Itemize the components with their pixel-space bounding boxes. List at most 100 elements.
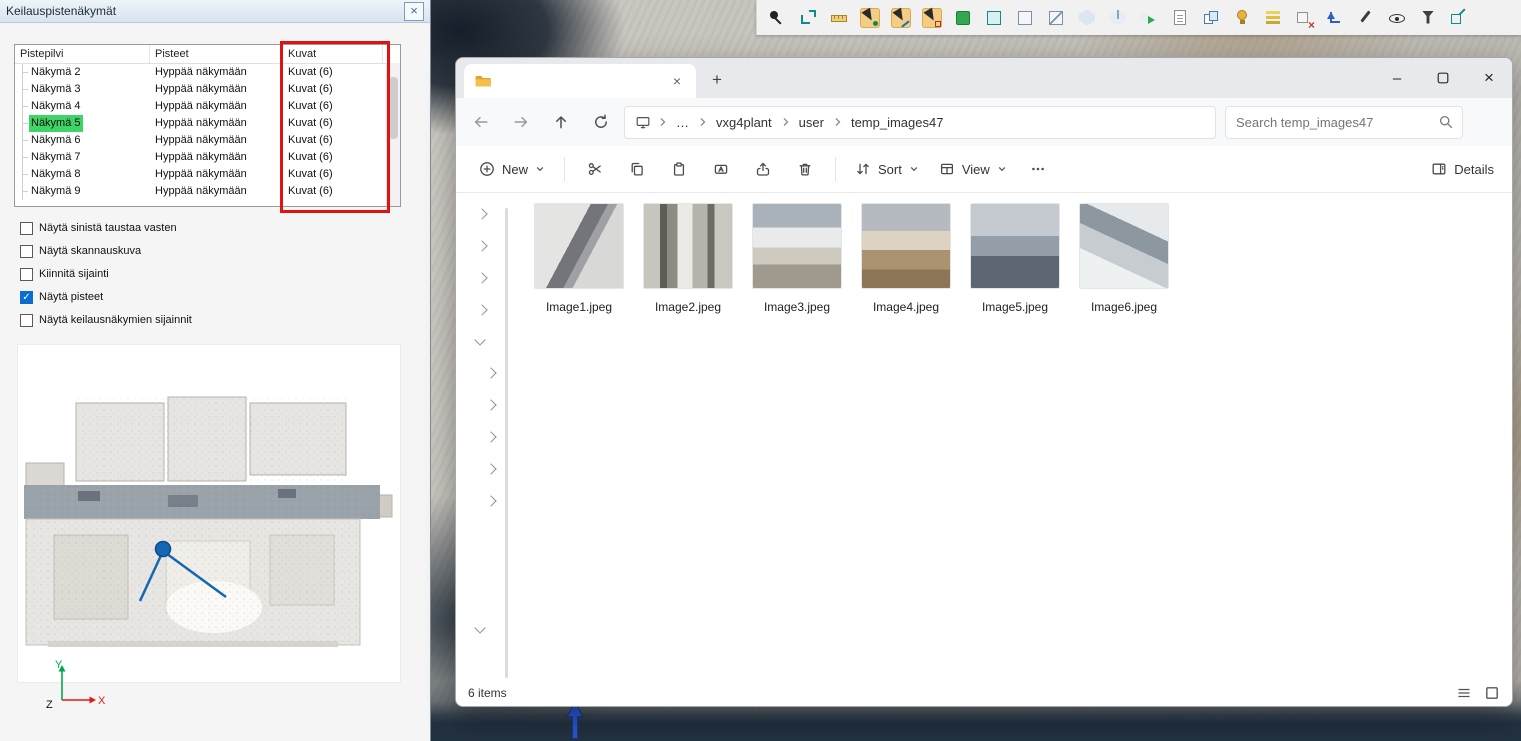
section-box-icon[interactable]	[1046, 8, 1066, 28]
lamp-icon[interactable]	[1232, 8, 1252, 28]
forward-button[interactable]	[508, 109, 534, 135]
file-list-area[interactable]: Image1.jpeg Image2.jpeg Image3.jpeg Imag…	[512, 193, 1512, 680]
checkbox-icon[interactable]	[20, 268, 33, 281]
measure-ruler-icon[interactable]	[829, 8, 849, 28]
minimize-button[interactable]: –	[1374, 58, 1420, 98]
file-thumbnail[interactable]	[1080, 204, 1168, 288]
maximize-button[interactable]	[1420, 58, 1466, 98]
checkbox-icon[interactable]	[20, 222, 33, 235]
tree-chevron-right-icon[interactable]	[485, 367, 496, 378]
tree-chevron-down-icon[interactable]	[474, 622, 485, 633]
panel-close-button[interactable]: ×	[404, 2, 424, 21]
table-row[interactable]: Näkymä 6 Hyppää näkymään Kuvat (6)	[15, 132, 400, 149]
explorer-tab[interactable]: ×	[464, 64, 696, 98]
table-row[interactable]: Näkymä 9 Hyppää näkymään Kuvat (6)	[15, 183, 400, 200]
sort-button[interactable]: Sort	[846, 154, 928, 184]
breadcrumb-overflow[interactable]: …	[674, 115, 691, 130]
table-row[interactable]: Näkymä 8 Hyppää näkymään Kuvat (6)	[15, 166, 400, 183]
pointcloud-preview[interactable]	[18, 345, 400, 682]
table-row[interactable]: Näkymä 2 Hyppää näkymään Kuvat (6)	[15, 64, 400, 81]
file-thumbnail[interactable]	[753, 204, 841, 288]
new-tab-button[interactable]: +	[704, 70, 730, 90]
pushpin-icon[interactable]	[767, 8, 787, 28]
file-thumbnail[interactable]	[971, 204, 1059, 288]
duplicate-views-icon[interactable]	[1201, 8, 1221, 28]
wire-box-icon[interactable]	[984, 8, 1004, 28]
up-button[interactable]	[548, 109, 574, 135]
shaded-box-icon[interactable]	[953, 8, 973, 28]
file-item[interactable]: Image6.jpeg	[1080, 204, 1168, 314]
file-item[interactable]: Image4.jpeg	[862, 204, 950, 314]
file-item[interactable]: Image2.jpeg	[644, 204, 732, 314]
share-button[interactable]	[743, 152, 783, 186]
markup-pen-icon[interactable]	[1356, 8, 1376, 28]
breadcrumb-segment[interactable]: user	[797, 115, 826, 130]
new-button[interactable]: New	[470, 154, 554, 184]
filter-funnel-icon[interactable]	[1418, 8, 1438, 28]
tree-chevron-right-icon[interactable]	[476, 304, 487, 315]
back-button[interactable]	[468, 109, 494, 135]
zoom-extents-icon[interactable]	[798, 8, 818, 28]
search-box[interactable]	[1225, 106, 1463, 139]
frame-box-icon[interactable]	[1015, 8, 1035, 28]
checkbox-icon[interactable]	[20, 314, 33, 327]
list-view-icon[interactable]	[1456, 685, 1472, 701]
open-external-icon[interactable]	[1449, 8, 1469, 28]
cube-model-icon[interactable]	[1108, 8, 1128, 28]
checkbox-show-scan-locations[interactable]: Näytä keilausnäkymien sijainnit	[20, 313, 192, 327]
clear-selection-icon[interactable]	[1294, 8, 1314, 28]
table-scrollbar[interactable]	[386, 63, 400, 206]
file-thumbnail[interactable]	[862, 204, 950, 288]
close-icon: ×	[1484, 68, 1494, 88]
prism-box-icon[interactable]	[1077, 8, 1097, 28]
checkbox-blue-background[interactable]: Näytä sinistä taustaa vasten	[20, 221, 192, 235]
search-input[interactable]	[1234, 114, 1438, 131]
move-axes-icon[interactable]	[1325, 8, 1345, 28]
table-row[interactable]: Näkymä 3 Hyppää näkymään Kuvat (6)	[15, 81, 400, 98]
thumbnail-view-icon[interactable]	[1484, 685, 1500, 701]
checkbox-checked-icon[interactable]: ✓	[20, 291, 33, 304]
tree-chevron-right-icon[interactable]	[476, 208, 487, 219]
visibility-eye-icon[interactable]	[1387, 8, 1407, 28]
breadcrumb-current-folder[interactable]: temp_images47	[849, 115, 946, 130]
checkbox-icon[interactable]	[20, 245, 33, 258]
refresh-button[interactable]	[588, 109, 614, 135]
tree-chevron-right-icon[interactable]	[485, 463, 496, 474]
tree-chevron-right-icon[interactable]	[485, 431, 496, 442]
more-button[interactable]	[1018, 152, 1058, 186]
table-row[interactable]: Näkymä 4 Hyppää näkymään Kuvat (6)	[15, 98, 400, 115]
snap-point-icon[interactable]	[860, 8, 880, 28]
close-window-button[interactable]: ×	[1466, 58, 1512, 98]
layer-stack-icon[interactable]	[1263, 8, 1283, 28]
checkbox-show-points[interactable]: ✓ Näytä pisteet	[20, 290, 192, 304]
sidebar-scrollbar[interactable]	[505, 208, 508, 678]
notes-list-icon[interactable]	[1170, 8, 1190, 28]
details-button[interactable]: Details	[1431, 161, 1498, 177]
tree-chevron-down-icon[interactable]	[474, 334, 485, 345]
breadcrumb[interactable]: … vxg4plant user temp_images47	[624, 106, 1216, 139]
paste-button[interactable]	[659, 152, 699, 186]
file-thumbnail[interactable]	[644, 204, 732, 288]
snap-face-icon[interactable]	[922, 8, 942, 28]
view-button[interactable]: View	[930, 154, 1016, 184]
file-thumbnail[interactable]	[535, 204, 623, 288]
tree-chevron-right-icon[interactable]	[485, 495, 496, 506]
cut-button[interactable]	[575, 152, 615, 186]
checkbox-lock-position[interactable]: Kiinnitä sijainti	[20, 267, 192, 281]
tab-close-button[interactable]: ×	[668, 73, 686, 89]
table-row-selected[interactable]: Näkymä 5 Hyppää näkymään Kuvat (6)	[15, 115, 400, 132]
delete-button[interactable]	[785, 152, 825, 186]
table-row[interactable]: Näkymä 7 Hyppää näkymään Kuvat (6)	[15, 149, 400, 166]
tree-chevron-right-icon[interactable]	[485, 399, 496, 410]
copy-button[interactable]	[617, 152, 657, 186]
checkbox-scan-image[interactable]: Näytä skannauskuva	[20, 244, 192, 258]
rename-button[interactable]	[701, 152, 741, 186]
file-item[interactable]: Image3.jpeg	[753, 204, 841, 314]
tree-chevron-right-icon[interactable]	[476, 272, 487, 283]
export-model-icon[interactable]	[1139, 8, 1159, 28]
breadcrumb-segment[interactable]: vxg4plant	[714, 115, 774, 130]
file-item[interactable]: Image1.jpeg	[535, 204, 623, 314]
file-item[interactable]: Image5.jpeg	[971, 204, 1059, 314]
tree-chevron-right-icon[interactable]	[476, 240, 487, 251]
snap-edge-icon[interactable]	[891, 8, 911, 28]
